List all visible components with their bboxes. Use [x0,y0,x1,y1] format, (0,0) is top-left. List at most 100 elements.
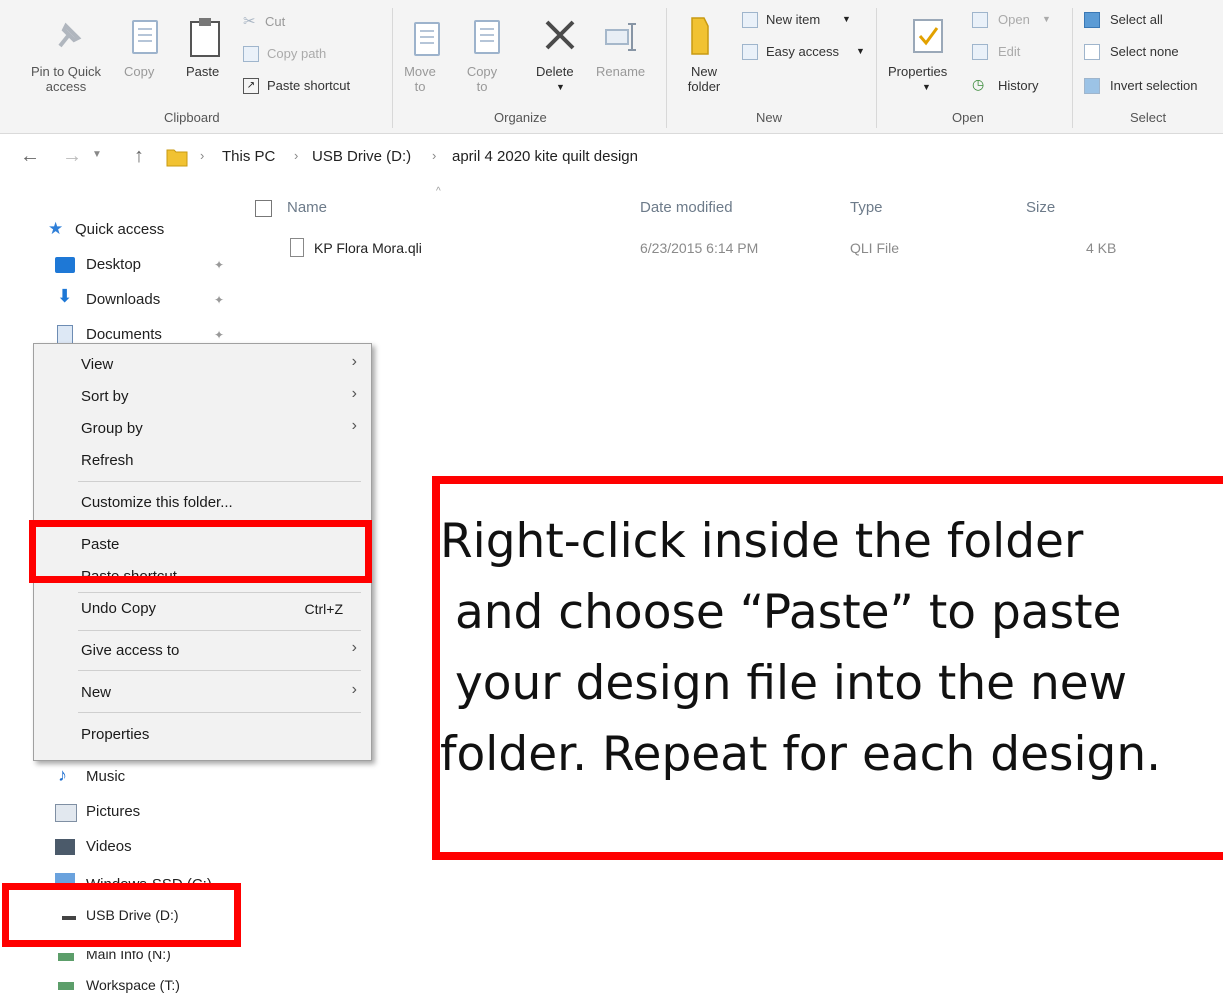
breadcrumb-usb-drive[interactable]: USB Drive (D:) [312,148,411,165]
pin-icon: ✦ [214,258,225,272]
menu-item-new[interactable]: New [81,684,111,701]
menu-separator [78,670,361,671]
ribbon-separator [1072,8,1073,128]
file-icon [290,238,304,257]
file-date-modified: 6/23/2015 6:14 PM [640,240,759,256]
copy-to-button[interactable]: Copy to [462,12,506,102]
pin-to-quick-access-button[interactable]: Pin to Quick access [18,12,118,102]
paste-highlight-box [29,520,372,583]
properties-checkmark-icon [913,19,943,53]
column-header-date-modified[interactable]: Date modified [640,199,733,216]
select-all-button[interactable]: Select all [1084,10,1223,32]
downloads-arrow-icon: ⬇ [57,286,73,306]
sidebar-item-videos[interactable]: Videos [86,838,132,855]
move-to-button[interactable]: Move to [400,12,444,102]
menu-item-view[interactable]: View [81,356,113,373]
network-drive-icon [58,953,74,961]
sidebar-item-desktop[interactable]: Desktop [86,256,141,273]
sidebar-item-downloads[interactable]: Downloads [86,291,160,308]
documents-icon [57,325,73,345]
up-arrow-icon[interactable]: ↑ [134,145,144,168]
select-all-checkbox[interactable] [255,200,272,217]
ribbon-separator [392,8,393,128]
new-item-icon [742,12,758,28]
star-icon: ★ [48,219,64,238]
usb-drive-highlight-box [2,883,241,947]
invert-selection-icon [1084,78,1100,94]
invert-selection-button[interactable]: Invert selection [1084,76,1223,98]
column-header-size[interactable]: Size [1026,199,1055,216]
ribbon-separator [666,8,667,128]
sidebar-item-quick-access[interactable]: Quick access [75,221,164,238]
menu-item-undo-copy[interactable]: Undo Copy [81,600,156,617]
sidebar-item-windows-ssd[interactable]: Windows-SSD (C:) [86,873,212,883]
copy-icon [132,20,158,54]
sidebar-item-pictures[interactable]: Pictures [86,803,140,820]
delete-x-icon [545,20,575,50]
chevron-right-icon: › [351,385,357,402]
delete-button[interactable]: Delete ▼ [534,12,590,102]
videos-icon [55,839,75,855]
chevron-down-icon: ▼ [922,82,931,92]
copy-path-button[interactable]: Copy path [243,44,373,66]
pin-icon: ✦ [214,293,225,307]
breadcrumb-separator-icon: › [200,148,205,163]
sidebar-item-main-info[interactable]: Main Info (N:) [86,951,171,962]
menu-separator [78,592,361,593]
clipboard-group-label: Clipboard [164,110,220,125]
menu-item-group-by[interactable]: Group by [81,420,143,437]
properties-button[interactable]: Properties ▼ [886,12,966,102]
sidebar-item-documents[interactable]: Documents [86,326,162,343]
undo-shortcut-text: Ctrl+Z [304,601,344,617]
organize-group-label: Organize [494,110,547,125]
open-icon [972,12,988,28]
menu-separator [78,712,361,713]
pictures-icon [55,804,77,822]
rename-button[interactable]: Rename [594,12,656,102]
menu-item-sort-by[interactable]: Sort by [81,388,129,405]
breadcrumb-current-folder[interactable]: april 4 2020 kite quilt design [452,148,638,165]
rename-icon [605,23,636,51]
chevron-down-icon: ▼ [556,82,565,92]
clipboard-icon [190,18,220,57]
column-header-type[interactable]: Type [850,199,883,216]
sidebar-item-workspace[interactable]: Workspace (T:) [86,977,180,993]
instruction-callout: Right-click inside the folder and choose… [432,476,1223,860]
pin-icon: ✦ [214,328,225,342]
file-type: QLI File [850,240,900,256]
select-all-icon [1084,12,1100,28]
breadcrumb-separator-icon: › [294,148,299,163]
back-arrow-icon[interactable]: ← [20,145,40,168]
history-icon: ◷ [972,76,985,92]
new-item-button[interactable]: New item ▼ [742,10,862,32]
forward-arrow-icon[interactable]: → [62,145,82,168]
menu-item-properties[interactable]: Properties [81,726,149,743]
sidebar-item-music[interactable]: Music [86,768,125,785]
breadcrumb-separator-icon: › [432,148,437,163]
breadcrumb-this-pc[interactable]: This PC [222,148,275,165]
paste-button[interactable]: Paste [182,12,232,102]
menu-item-customize-folder[interactable]: Customize this folder... [81,494,233,511]
recent-chevron-icon[interactable]: ▼ [92,149,102,160]
menu-item-give-access[interactable]: Give access to [81,642,179,659]
new-folder-button[interactable]: New folder [678,12,732,102]
move-to-icon [414,22,440,56]
edit-button[interactable]: Edit [970,42,1050,64]
new-folder-icon [691,17,709,55]
cut-button[interactable]: ✂ Cut [243,12,333,34]
ribbon-separator [876,8,877,128]
copy-button[interactable]: Copy [122,12,166,102]
column-header-name[interactable]: Name [287,199,327,216]
pin-icon [58,22,82,48]
folder-icon [166,149,188,167]
open-button[interactable]: Open ▼ [970,10,1070,32]
easy-access-button[interactable]: Easy access ▼ [742,42,872,64]
history-button[interactable]: ◷ History [970,76,1070,98]
menu-separator [78,481,361,482]
menu-item-refresh[interactable]: Refresh [81,452,134,469]
ribbon: Pin to Quick access Copy Paste ✂ Cut Cop… [0,0,1223,134]
open-group-label: Open [952,110,984,125]
scissors-icon: ✂ [243,13,256,30]
paste-shortcut-button[interactable]: ↗ Paste shortcut [243,76,383,98]
select-none-button[interactable]: Select none [1084,42,1223,64]
